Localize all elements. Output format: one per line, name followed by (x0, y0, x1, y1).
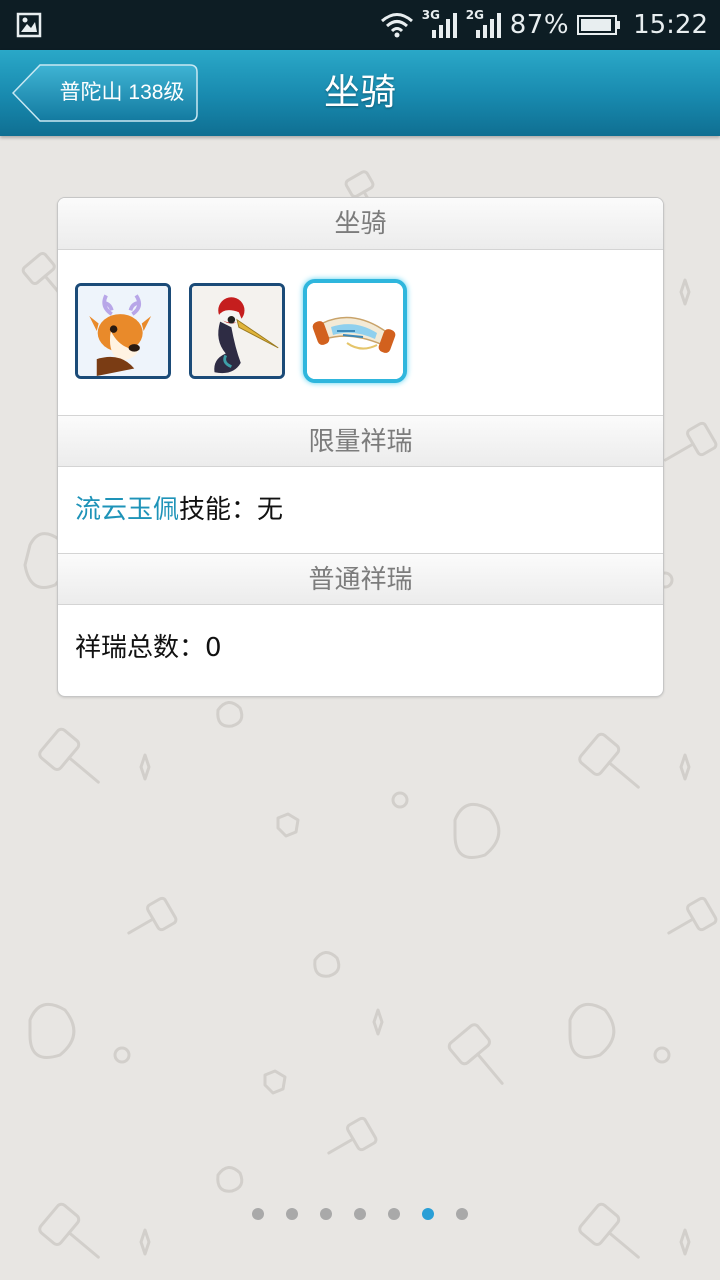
wifi-icon (380, 13, 413, 38)
page-dot[interactable] (320, 1208, 332, 1220)
mount-item-crane[interactable] (189, 283, 285, 379)
limited-item-link[interactable]: 流云玉佩 (75, 495, 179, 525)
page-dot[interactable] (354, 1208, 366, 1220)
section-title-limited: 限量祥瑞 (58, 415, 663, 467)
page-dot[interactable] (252, 1208, 264, 1220)
skill-label: 技能： (179, 495, 258, 525)
section-title-normal: 普通祥瑞 (58, 553, 663, 605)
page-dot[interactable] (456, 1208, 468, 1220)
mount-item-scroll[interactable] (303, 279, 407, 383)
mount-card: 坐骑 限量祥瑞 流云玉佩技能：无 普通祥瑞 祥瑞总数：0 (57, 197, 664, 697)
skill-value: 无 (257, 495, 284, 525)
total-label: 祥瑞总数： (75, 633, 206, 663)
limited-item-row: 流云玉佩技能：无 (58, 467, 663, 553)
normal-total-row: 祥瑞总数：0 (58, 605, 663, 691)
signal-2g-icon: 2G (465, 8, 502, 40)
back-button[interactable]: 普陀山 138级 (12, 64, 198, 122)
scroll-mount-icon (307, 283, 403, 379)
page-dot[interactable] (422, 1208, 434, 1220)
deer-mount-icon (78, 286, 168, 376)
network-2g-label: 2G (465, 8, 484, 22)
clock: 15:22 (633, 10, 708, 40)
signal-3g-icon: 3G (421, 8, 458, 40)
mount-item-deer[interactable] (75, 283, 171, 379)
mount-list (58, 250, 663, 415)
status-bar: 3G 2G 87% 15:22 (0, 0, 720, 50)
app-header: 普陀山 138级 坐骑 (0, 50, 720, 136)
gallery-icon (16, 12, 42, 38)
crane-mount-icon (192, 286, 282, 376)
back-button-label: 普陀山 138级 (59, 81, 185, 104)
page-indicator (0, 1202, 720, 1226)
battery-percent: 87% (509, 10, 570, 40)
network-3g-label: 3G (421, 8, 440, 22)
battery-icon (577, 15, 621, 35)
page-dot[interactable] (286, 1208, 298, 1220)
total-value: 0 (205, 633, 222, 663)
section-title-mounts: 坐骑 (58, 198, 663, 250)
page-dot[interactable] (388, 1208, 400, 1220)
